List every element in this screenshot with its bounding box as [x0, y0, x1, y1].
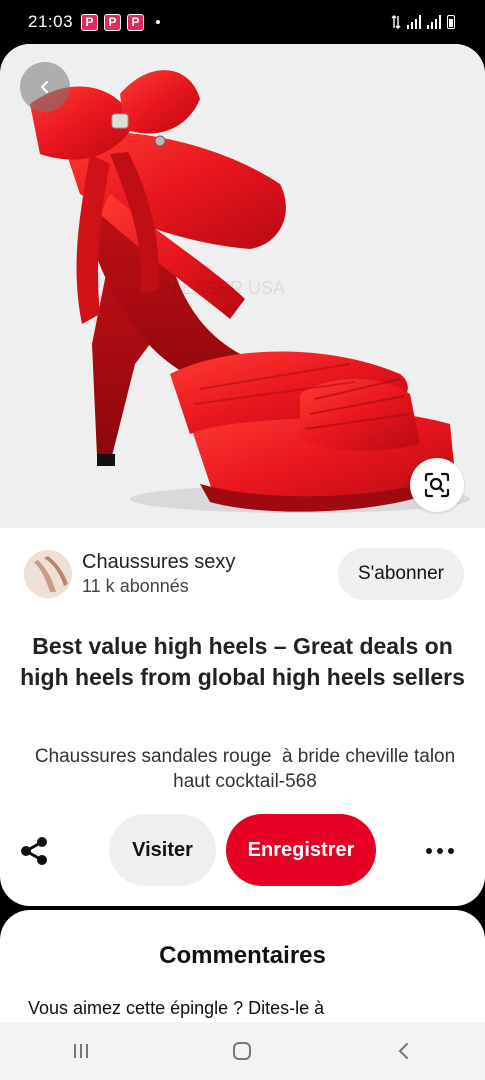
follow-button[interactable]: S'abonner	[337, 548, 464, 600]
creator-avatar[interactable]	[24, 550, 72, 598]
nav-recents-button[interactable]	[51, 1031, 111, 1071]
signal-icon	[407, 15, 421, 29]
notification-badge: P	[104, 13, 122, 31]
save-button[interactable]: Enregistrer	[226, 814, 376, 886]
visual-search-button[interactable]	[410, 458, 464, 512]
share-icon	[21, 837, 47, 865]
navigation-bar	[0, 1022, 485, 1080]
data-transfer-icon	[391, 15, 401, 29]
share-button[interactable]	[18, 834, 52, 868]
pin-card: PLEASER USA Chaussures sexy 11 k abonnés…	[0, 44, 485, 906]
home-icon	[233, 1042, 252, 1060]
back-button[interactable]	[20, 62, 70, 112]
comments-title: Commentaires	[159, 942, 326, 969]
battery-icon	[447, 15, 455, 29]
comments-section: Commentaires Vous aimez cette épingle ? …	[0, 910, 485, 1040]
image-watermark: PLEASER USA	[160, 278, 285, 298]
more-dots-icon	[426, 848, 432, 854]
shoe-illustration: PLEASER USA	[30, 70, 470, 513]
nav-back-icon	[398, 1043, 409, 1059]
creator-name[interactable]: Chaussures sexy	[82, 550, 235, 574]
more-notifications-dot	[156, 20, 161, 24]
more-options-button[interactable]	[420, 836, 460, 866]
signal-icon-2	[427, 15, 441, 29]
action-bar: Visiter Enregistrer	[0, 814, 485, 886]
chevron-left-icon	[41, 81, 48, 93]
visit-button[interactable]: Visiter	[109, 814, 216, 886]
pin-title: Best value high heels – Great deals on h…	[20, 633, 465, 690]
creator-info: Chaussures sexy 11 k abonnés	[82, 550, 235, 598]
pin-image[interactable]: PLEASER USA	[0, 44, 485, 528]
notification-badge: P	[127, 13, 145, 31]
recents-icon	[73, 1044, 88, 1058]
notification-badge: P	[81, 13, 99, 31]
status-time: 21:03	[28, 12, 74, 31]
creator-followers: 11 k abonnés	[82, 576, 189, 596]
nav-back-button[interactable]	[374, 1031, 434, 1071]
comments-prompt[interactable]: Vous aimez cette épingle ? Dites-le à	[28, 996, 468, 1020]
creator-row: Chaussures sexy 11 k abonnés S'abonner	[24, 548, 464, 600]
pin-description: Chaussures sandales rouge à bride chevil…	[34, 746, 461, 792]
visual-search-icon	[424, 472, 450, 498]
nav-home-button[interactable]	[212, 1031, 272, 1071]
status-bar: 21:03 P P P	[0, 0, 485, 44]
